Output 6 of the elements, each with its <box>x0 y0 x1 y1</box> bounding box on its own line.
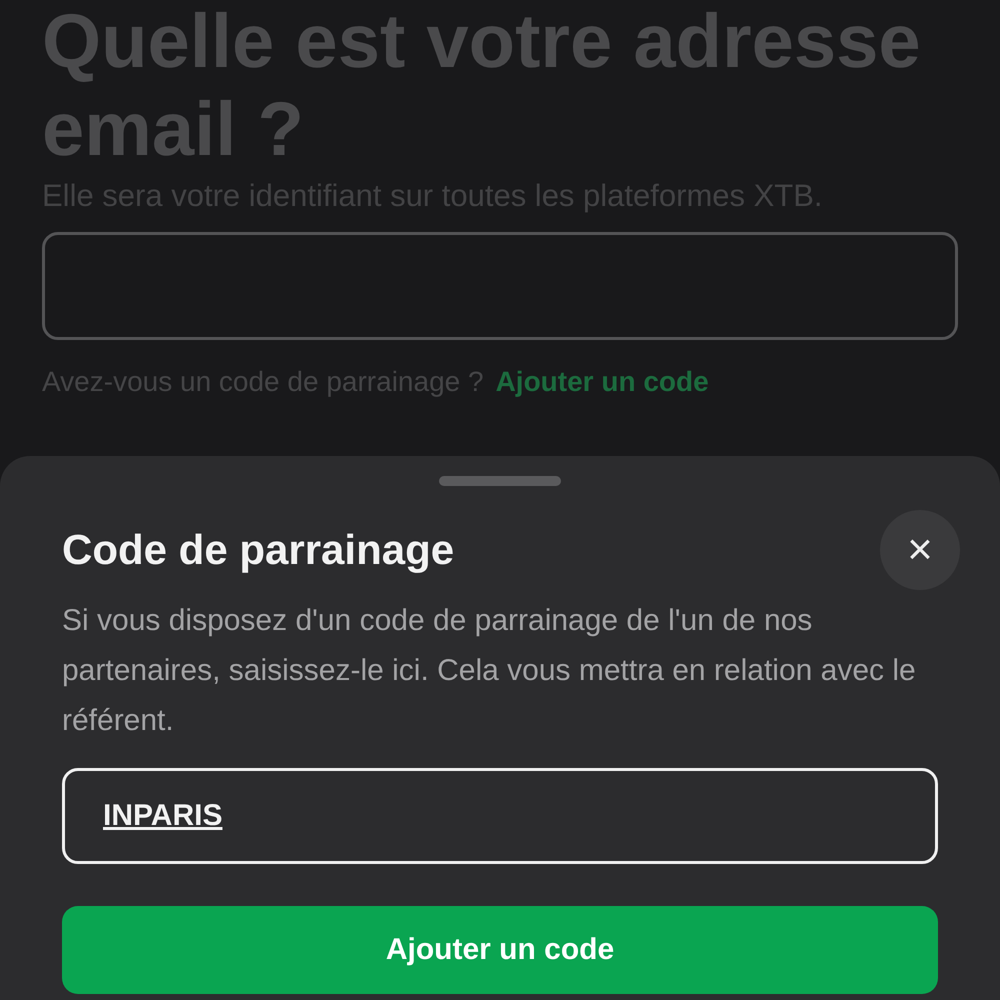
drag-handle[interactable] <box>439 476 561 486</box>
code-field[interactable]: INPARIS <box>62 768 938 864</box>
sheet-description: Si vous disposez d'un code de parrainage de l'un de nos partenaires, saisissez-le ici. Cela vous mettra en relation avec le référent. <box>62 603 917 739</box>
sheet-title: Code de parrainage <box>62 526 454 574</box>
email-field[interactable] <box>42 232 958 340</box>
close-button[interactable]: × <box>880 510 960 590</box>
